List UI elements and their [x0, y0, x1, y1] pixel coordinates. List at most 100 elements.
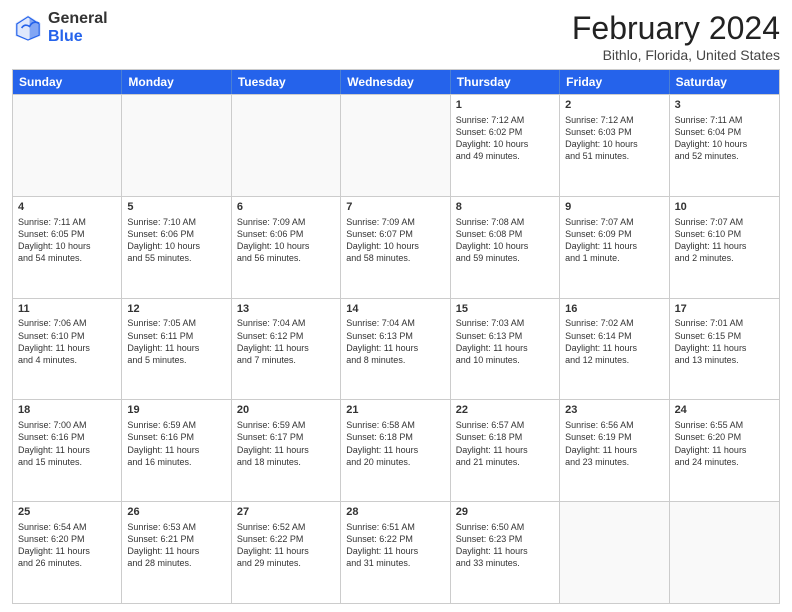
calendar-cell [13, 95, 122, 196]
page: General Blue February 2024 Bithlo, Flori… [0, 0, 792, 612]
calendar-cell: 10Sunrise: 7:07 AM Sunset: 6:10 PM Dayli… [670, 197, 779, 298]
cell-info: Sunrise: 7:02 AM Sunset: 6:14 PM Dayligh… [565, 317, 663, 366]
cell-day-number: 5 [127, 200, 225, 215]
cell-info: Sunrise: 6:55 AM Sunset: 6:20 PM Dayligh… [675, 419, 774, 468]
cell-info: Sunrise: 7:09 AM Sunset: 6:06 PM Dayligh… [237, 216, 335, 265]
cell-day-number: 13 [237, 302, 335, 317]
calendar-cell: 12Sunrise: 7:05 AM Sunset: 6:11 PM Dayli… [122, 299, 231, 400]
cell-info: Sunrise: 6:51 AM Sunset: 6:22 PM Dayligh… [346, 521, 444, 570]
cell-info: Sunrise: 7:04 AM Sunset: 6:12 PM Dayligh… [237, 317, 335, 366]
cell-day-number: 17 [675, 302, 774, 317]
cell-day-number: 18 [18, 403, 116, 418]
cell-info: Sunrise: 6:57 AM Sunset: 6:18 PM Dayligh… [456, 419, 554, 468]
calendar-week-1: 1Sunrise: 7:12 AM Sunset: 6:02 PM Daylig… [13, 94, 779, 196]
calendar-cell: 17Sunrise: 7:01 AM Sunset: 6:15 PM Dayli… [670, 299, 779, 400]
cell-day-number: 10 [675, 200, 774, 215]
cell-info: Sunrise: 7:12 AM Sunset: 6:03 PM Dayligh… [565, 114, 663, 163]
calendar-cell: 18Sunrise: 7:00 AM Sunset: 6:16 PM Dayli… [13, 400, 122, 501]
calendar-body: 1Sunrise: 7:12 AM Sunset: 6:02 PM Daylig… [13, 94, 779, 603]
cell-day-number: 8 [456, 200, 554, 215]
cell-day-number: 24 [675, 403, 774, 418]
cell-info: Sunrise: 7:11 AM Sunset: 6:05 PM Dayligh… [18, 216, 116, 265]
cell-day-number: 1 [456, 98, 554, 113]
calendar-cell [341, 95, 450, 196]
day-header-saturday: Saturday [670, 70, 779, 94]
cell-day-number: 14 [346, 302, 444, 317]
cell-day-number: 12 [127, 302, 225, 317]
cell-day-number: 29 [456, 505, 554, 520]
calendar-cell: 28Sunrise: 6:51 AM Sunset: 6:22 PM Dayli… [341, 502, 450, 603]
month-title: February 2024 [572, 10, 780, 47]
calendar-cell: 1Sunrise: 7:12 AM Sunset: 6:02 PM Daylig… [451, 95, 560, 196]
calendar-cell [122, 95, 231, 196]
header: General Blue February 2024 Bithlo, Flori… [12, 10, 780, 63]
cell-day-number: 21 [346, 403, 444, 418]
calendar-cell: 24Sunrise: 6:55 AM Sunset: 6:20 PM Dayli… [670, 400, 779, 501]
cell-info: Sunrise: 6:50 AM Sunset: 6:23 PM Dayligh… [456, 521, 554, 570]
cell-day-number: 3 [675, 98, 774, 113]
cell-info: Sunrise: 7:05 AM Sunset: 6:11 PM Dayligh… [127, 317, 225, 366]
calendar-cell: 9Sunrise: 7:07 AM Sunset: 6:09 PM Daylig… [560, 197, 669, 298]
calendar-cell: 19Sunrise: 6:59 AM Sunset: 6:16 PM Dayli… [122, 400, 231, 501]
calendar-week-2: 4Sunrise: 7:11 AM Sunset: 6:05 PM Daylig… [13, 196, 779, 298]
cell-info: Sunrise: 7:09 AM Sunset: 6:07 PM Dayligh… [346, 216, 444, 265]
day-header-monday: Monday [122, 70, 231, 94]
calendar-week-5: 25Sunrise: 6:54 AM Sunset: 6:20 PM Dayli… [13, 501, 779, 603]
day-header-sunday: Sunday [13, 70, 122, 94]
cell-info: Sunrise: 7:12 AM Sunset: 6:02 PM Dayligh… [456, 114, 554, 163]
calendar-cell: 11Sunrise: 7:06 AM Sunset: 6:10 PM Dayli… [13, 299, 122, 400]
logo-icon [12, 12, 44, 44]
calendar-cell: 6Sunrise: 7:09 AM Sunset: 6:06 PM Daylig… [232, 197, 341, 298]
calendar-cell: 22Sunrise: 6:57 AM Sunset: 6:18 PM Dayli… [451, 400, 560, 501]
location: Bithlo, Florida, United States [572, 47, 780, 63]
logo-blue: Blue [48, 28, 108, 46]
calendar-cell: 14Sunrise: 7:04 AM Sunset: 6:13 PM Dayli… [341, 299, 450, 400]
calendar-cell: 2Sunrise: 7:12 AM Sunset: 6:03 PM Daylig… [560, 95, 669, 196]
calendar-cell [670, 502, 779, 603]
cell-info: Sunrise: 7:00 AM Sunset: 6:16 PM Dayligh… [18, 419, 116, 468]
logo-text: General Blue [48, 10, 108, 45]
calendar-week-4: 18Sunrise: 7:00 AM Sunset: 6:16 PM Dayli… [13, 399, 779, 501]
cell-info: Sunrise: 7:11 AM Sunset: 6:04 PM Dayligh… [675, 114, 774, 163]
cell-info: Sunrise: 7:07 AM Sunset: 6:10 PM Dayligh… [675, 216, 774, 265]
cell-info: Sunrise: 7:03 AM Sunset: 6:13 PM Dayligh… [456, 317, 554, 366]
cell-day-number: 25 [18, 505, 116, 520]
calendar-cell: 21Sunrise: 6:58 AM Sunset: 6:18 PM Dayli… [341, 400, 450, 501]
calendar-cell: 25Sunrise: 6:54 AM Sunset: 6:20 PM Dayli… [13, 502, 122, 603]
calendar-cell: 20Sunrise: 6:59 AM Sunset: 6:17 PM Dayli… [232, 400, 341, 501]
cell-day-number: 23 [565, 403, 663, 418]
cell-day-number: 22 [456, 403, 554, 418]
calendar-cell: 13Sunrise: 7:04 AM Sunset: 6:12 PM Dayli… [232, 299, 341, 400]
cell-info: Sunrise: 7:10 AM Sunset: 6:06 PM Dayligh… [127, 216, 225, 265]
calendar-cell: 27Sunrise: 6:52 AM Sunset: 6:22 PM Dayli… [232, 502, 341, 603]
cell-day-number: 20 [237, 403, 335, 418]
calendar-cell [232, 95, 341, 196]
cell-info: Sunrise: 7:07 AM Sunset: 6:09 PM Dayligh… [565, 216, 663, 265]
cell-day-number: 4 [18, 200, 116, 215]
day-header-wednesday: Wednesday [341, 70, 450, 94]
cell-day-number: 7 [346, 200, 444, 215]
calendar-cell: 7Sunrise: 7:09 AM Sunset: 6:07 PM Daylig… [341, 197, 450, 298]
cell-day-number: 6 [237, 200, 335, 215]
day-header-tuesday: Tuesday [232, 70, 341, 94]
cell-info: Sunrise: 6:53 AM Sunset: 6:21 PM Dayligh… [127, 521, 225, 570]
cell-info: Sunrise: 6:59 AM Sunset: 6:16 PM Dayligh… [127, 419, 225, 468]
cell-info: Sunrise: 7:06 AM Sunset: 6:10 PM Dayligh… [18, 317, 116, 366]
logo-general: General [48, 10, 108, 28]
cell-info: Sunrise: 7:01 AM Sunset: 6:15 PM Dayligh… [675, 317, 774, 366]
calendar-cell: 4Sunrise: 7:11 AM Sunset: 6:05 PM Daylig… [13, 197, 122, 298]
calendar-cell: 16Sunrise: 7:02 AM Sunset: 6:14 PM Dayli… [560, 299, 669, 400]
cell-day-number: 19 [127, 403, 225, 418]
cell-day-number: 11 [18, 302, 116, 317]
day-header-friday: Friday [560, 70, 669, 94]
calendar-cell: 23Sunrise: 6:56 AM Sunset: 6:19 PM Dayli… [560, 400, 669, 501]
calendar-header: SundayMondayTuesdayWednesdayThursdayFrid… [13, 70, 779, 94]
cell-info: Sunrise: 6:58 AM Sunset: 6:18 PM Dayligh… [346, 419, 444, 468]
cell-day-number: 27 [237, 505, 335, 520]
logo: General Blue [12, 10, 108, 45]
calendar-week-3: 11Sunrise: 7:06 AM Sunset: 6:10 PM Dayli… [13, 298, 779, 400]
cell-info: Sunrise: 7:04 AM Sunset: 6:13 PM Dayligh… [346, 317, 444, 366]
calendar-cell: 3Sunrise: 7:11 AM Sunset: 6:04 PM Daylig… [670, 95, 779, 196]
calendar-cell: 29Sunrise: 6:50 AM Sunset: 6:23 PM Dayli… [451, 502, 560, 603]
cell-day-number: 16 [565, 302, 663, 317]
